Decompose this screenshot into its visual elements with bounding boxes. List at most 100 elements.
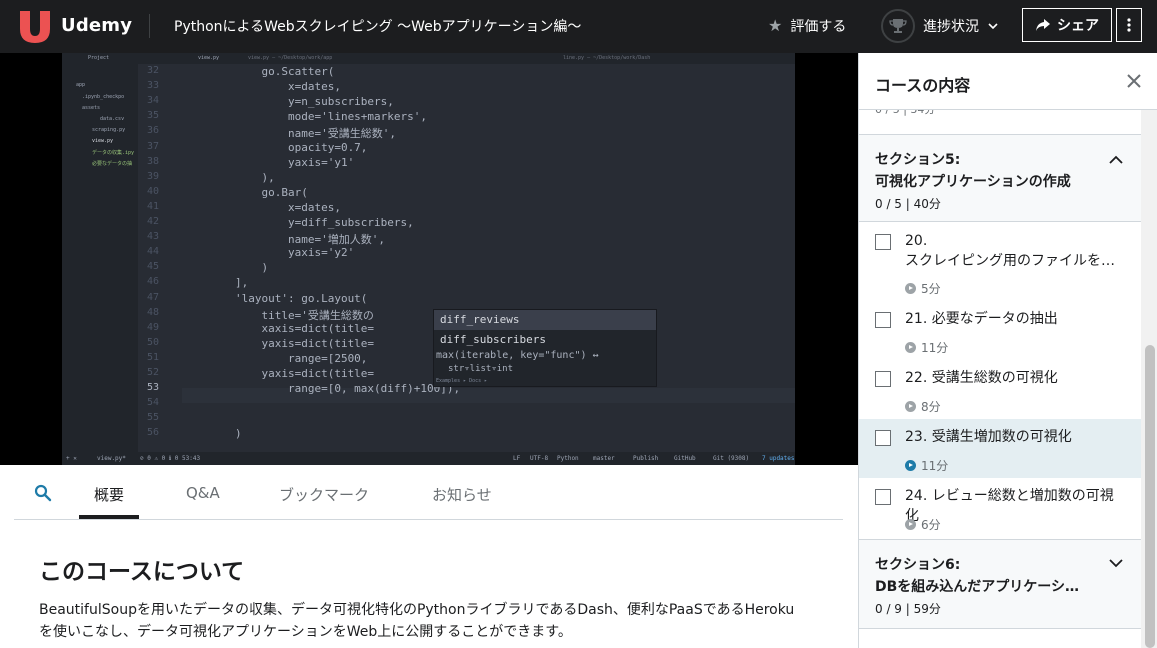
lecture-checkbox[interactable] xyxy=(875,234,891,250)
code-line: name='増加人数', xyxy=(182,233,385,247)
status-file: view.py* xyxy=(97,455,126,462)
rate-label: 評価する xyxy=(790,19,847,35)
autocomplete-popup: diff_reviews diff_subscribers max(iterab… xyxy=(433,309,657,387)
share-label: シェア xyxy=(1057,18,1099,34)
tab-announcements[interactable]: お知らせ xyxy=(432,484,492,505)
duration-text: 6分 xyxy=(921,518,941,532)
lecture-checkbox[interactable] xyxy=(875,312,891,328)
status-branch: master xyxy=(593,455,615,462)
lecture-title: 22. 受講生総数の可視化 xyxy=(905,370,1058,386)
code-line: range=[0, max(diff)+100]), xyxy=(182,382,461,396)
lecture-duration: 11分 xyxy=(905,339,948,356)
line-number: 34 xyxy=(146,95,159,107)
course-title[interactable]: PythonによるWebスクレイピング ～Webアプリケーション編～ xyxy=(174,16,581,36)
share-button[interactable]: シェア xyxy=(1022,8,1112,42)
tab-overview[interactable]: 概要 xyxy=(94,484,124,505)
tab-bookmarks[interactable]: ブックマーク xyxy=(279,484,369,505)
line-number: 35 xyxy=(146,110,159,122)
line-number: 49 xyxy=(146,321,159,333)
chevron-up-icon xyxy=(1109,155,1123,164)
chevron-down-icon xyxy=(1109,559,1123,568)
lecture-item-current[interactable]: 23. 受講生増加数の可視化 11分 xyxy=(859,419,1141,478)
sidebar-scrollbar-thumb[interactable] xyxy=(1145,345,1155,648)
autocomplete-types: str▿list▿int xyxy=(448,364,514,374)
lecture-duration: 6分 xyxy=(905,516,941,533)
play-circle-icon xyxy=(905,519,916,530)
lecture-item[interactable]: 22. 受講生総数の可視化 8分 xyxy=(859,360,1141,419)
lecture-title: 23. 受講生増加数の可視化 xyxy=(905,429,1072,445)
line-number: 51 xyxy=(146,351,159,363)
close-icon[interactable] xyxy=(1125,72,1143,90)
tree-item: データの収集.ipy xyxy=(92,150,135,156)
header-divider xyxy=(149,14,150,38)
line-number: 50 xyxy=(146,336,159,348)
line-number-gutter: 32 33 34 35 36 37 38 39 40 41 42 43 44 45 46 47 48 49 50 51… xyxy=(138,64,163,452)
line-number: 33 xyxy=(146,80,159,92)
progress-button[interactable]: 進捗状況 xyxy=(881,8,999,44)
line-number: 42 xyxy=(146,216,159,227)
lecture-title: 20. スクレイピング用のファイルを… xyxy=(905,233,1115,269)
play-circle-icon xyxy=(905,401,916,412)
lecture-checkbox[interactable] xyxy=(875,489,891,505)
line-number: 44 xyxy=(146,246,159,258)
tree-item: data.csv xyxy=(100,116,125,122)
sidebar-title: コースの内容 xyxy=(875,76,971,95)
tab-qa[interactable]: Q&A xyxy=(186,484,220,502)
search-icon[interactable] xyxy=(34,484,52,502)
lecture-duration: 5分 xyxy=(905,280,941,297)
progress-ring xyxy=(881,9,915,43)
about-heading: このコースについて xyxy=(39,559,245,585)
line-number: 39 xyxy=(146,170,159,182)
line-number: 53 xyxy=(146,382,159,394)
editor-tab-path: view.py — ~/Desktop/work/app xyxy=(248,55,333,61)
line-number: 38 xyxy=(146,155,159,167)
line-number: 43 xyxy=(146,231,159,243)
lecture-duration: 11分 xyxy=(905,457,948,474)
vertical-dots-icon xyxy=(1127,18,1131,32)
lecture-checkbox[interactable] xyxy=(875,430,891,446)
section-title: DBを組み込んだアプリケーシ… xyxy=(875,579,1080,595)
tree-item: scraping.py xyxy=(92,127,126,133)
duration-text: 8分 xyxy=(921,400,941,414)
video-frame-code-editor: Project view.py view.py — ~/Desktop/work… xyxy=(62,53,795,465)
udemy-logo[interactable]: Udemy xyxy=(14,9,132,45)
section-title: セクション6: xyxy=(875,557,961,573)
play-circle-icon xyxy=(905,283,916,294)
status-eol: LF xyxy=(513,455,521,462)
code-line: go.Scatter( xyxy=(182,65,335,78)
line-number: 47 xyxy=(146,291,159,303)
section-6-header[interactable]: セクション6: DBを組み込んだアプリケーシ… 0 / 9 | 59分 xyxy=(859,539,1141,629)
code-line: ), xyxy=(182,170,275,184)
autocomplete-docs: Examples ▸ Docs ▸ xyxy=(436,378,488,384)
code-line: x=dates, xyxy=(182,80,341,94)
line-number: 41 xyxy=(146,200,159,212)
code-line: yaxis='y2' xyxy=(182,246,355,260)
lecture-item[interactable]: 21. 必要なデータの抽出 11分 xyxy=(859,301,1141,360)
line-number: 48 xyxy=(146,306,159,318)
lecture-checkbox[interactable] xyxy=(875,371,891,387)
code-line: ) xyxy=(182,261,269,275)
more-options-button[interactable] xyxy=(1116,8,1142,42)
rate-course-button[interactable]: ★ 評価する xyxy=(768,15,846,37)
trophy-icon xyxy=(889,19,907,33)
status-cursor-position: 53:43 xyxy=(182,455,201,462)
code-line: x=dates, xyxy=(182,200,341,214)
autocomplete-item: diff_reviews xyxy=(434,310,656,330)
code-line: xaxis=dict(title= xyxy=(182,321,375,335)
code-line: name='受講生総数', xyxy=(182,127,396,141)
star-icon: ★ xyxy=(768,16,783,35)
lecture-item[interactable]: 20. スクレイピング用のファイルを… 5分 xyxy=(859,223,1141,301)
line-number: 56 xyxy=(146,427,159,439)
section-title: 可視化アプリケーションの作成 xyxy=(875,174,1071,190)
status-updates: 7 updates xyxy=(762,455,795,462)
tree-item: assets xyxy=(82,105,101,111)
lecture-item[interactable]: 24. レビュー総数と増加数の可視化 6分 xyxy=(859,478,1141,537)
editor-tab-project: Project xyxy=(88,55,110,61)
code-line: y=diff_subscribers, xyxy=(182,216,414,229)
autocomplete-item: diff_subscribers xyxy=(440,333,546,346)
top-bar: Udemy PythonによるWebスクレイピング ～Webアプリケーション編～… xyxy=(0,0,1157,53)
line-number: 46 xyxy=(146,276,159,288)
video-player[interactable]: Project view.py view.py — ~/Desktop/work… xyxy=(0,53,858,465)
section-5-header[interactable]: セクション5: 可視化アプリケーションの作成 0 / 5 | 40分 xyxy=(859,134,1141,222)
code-line: range=[2500, xyxy=(182,351,368,365)
